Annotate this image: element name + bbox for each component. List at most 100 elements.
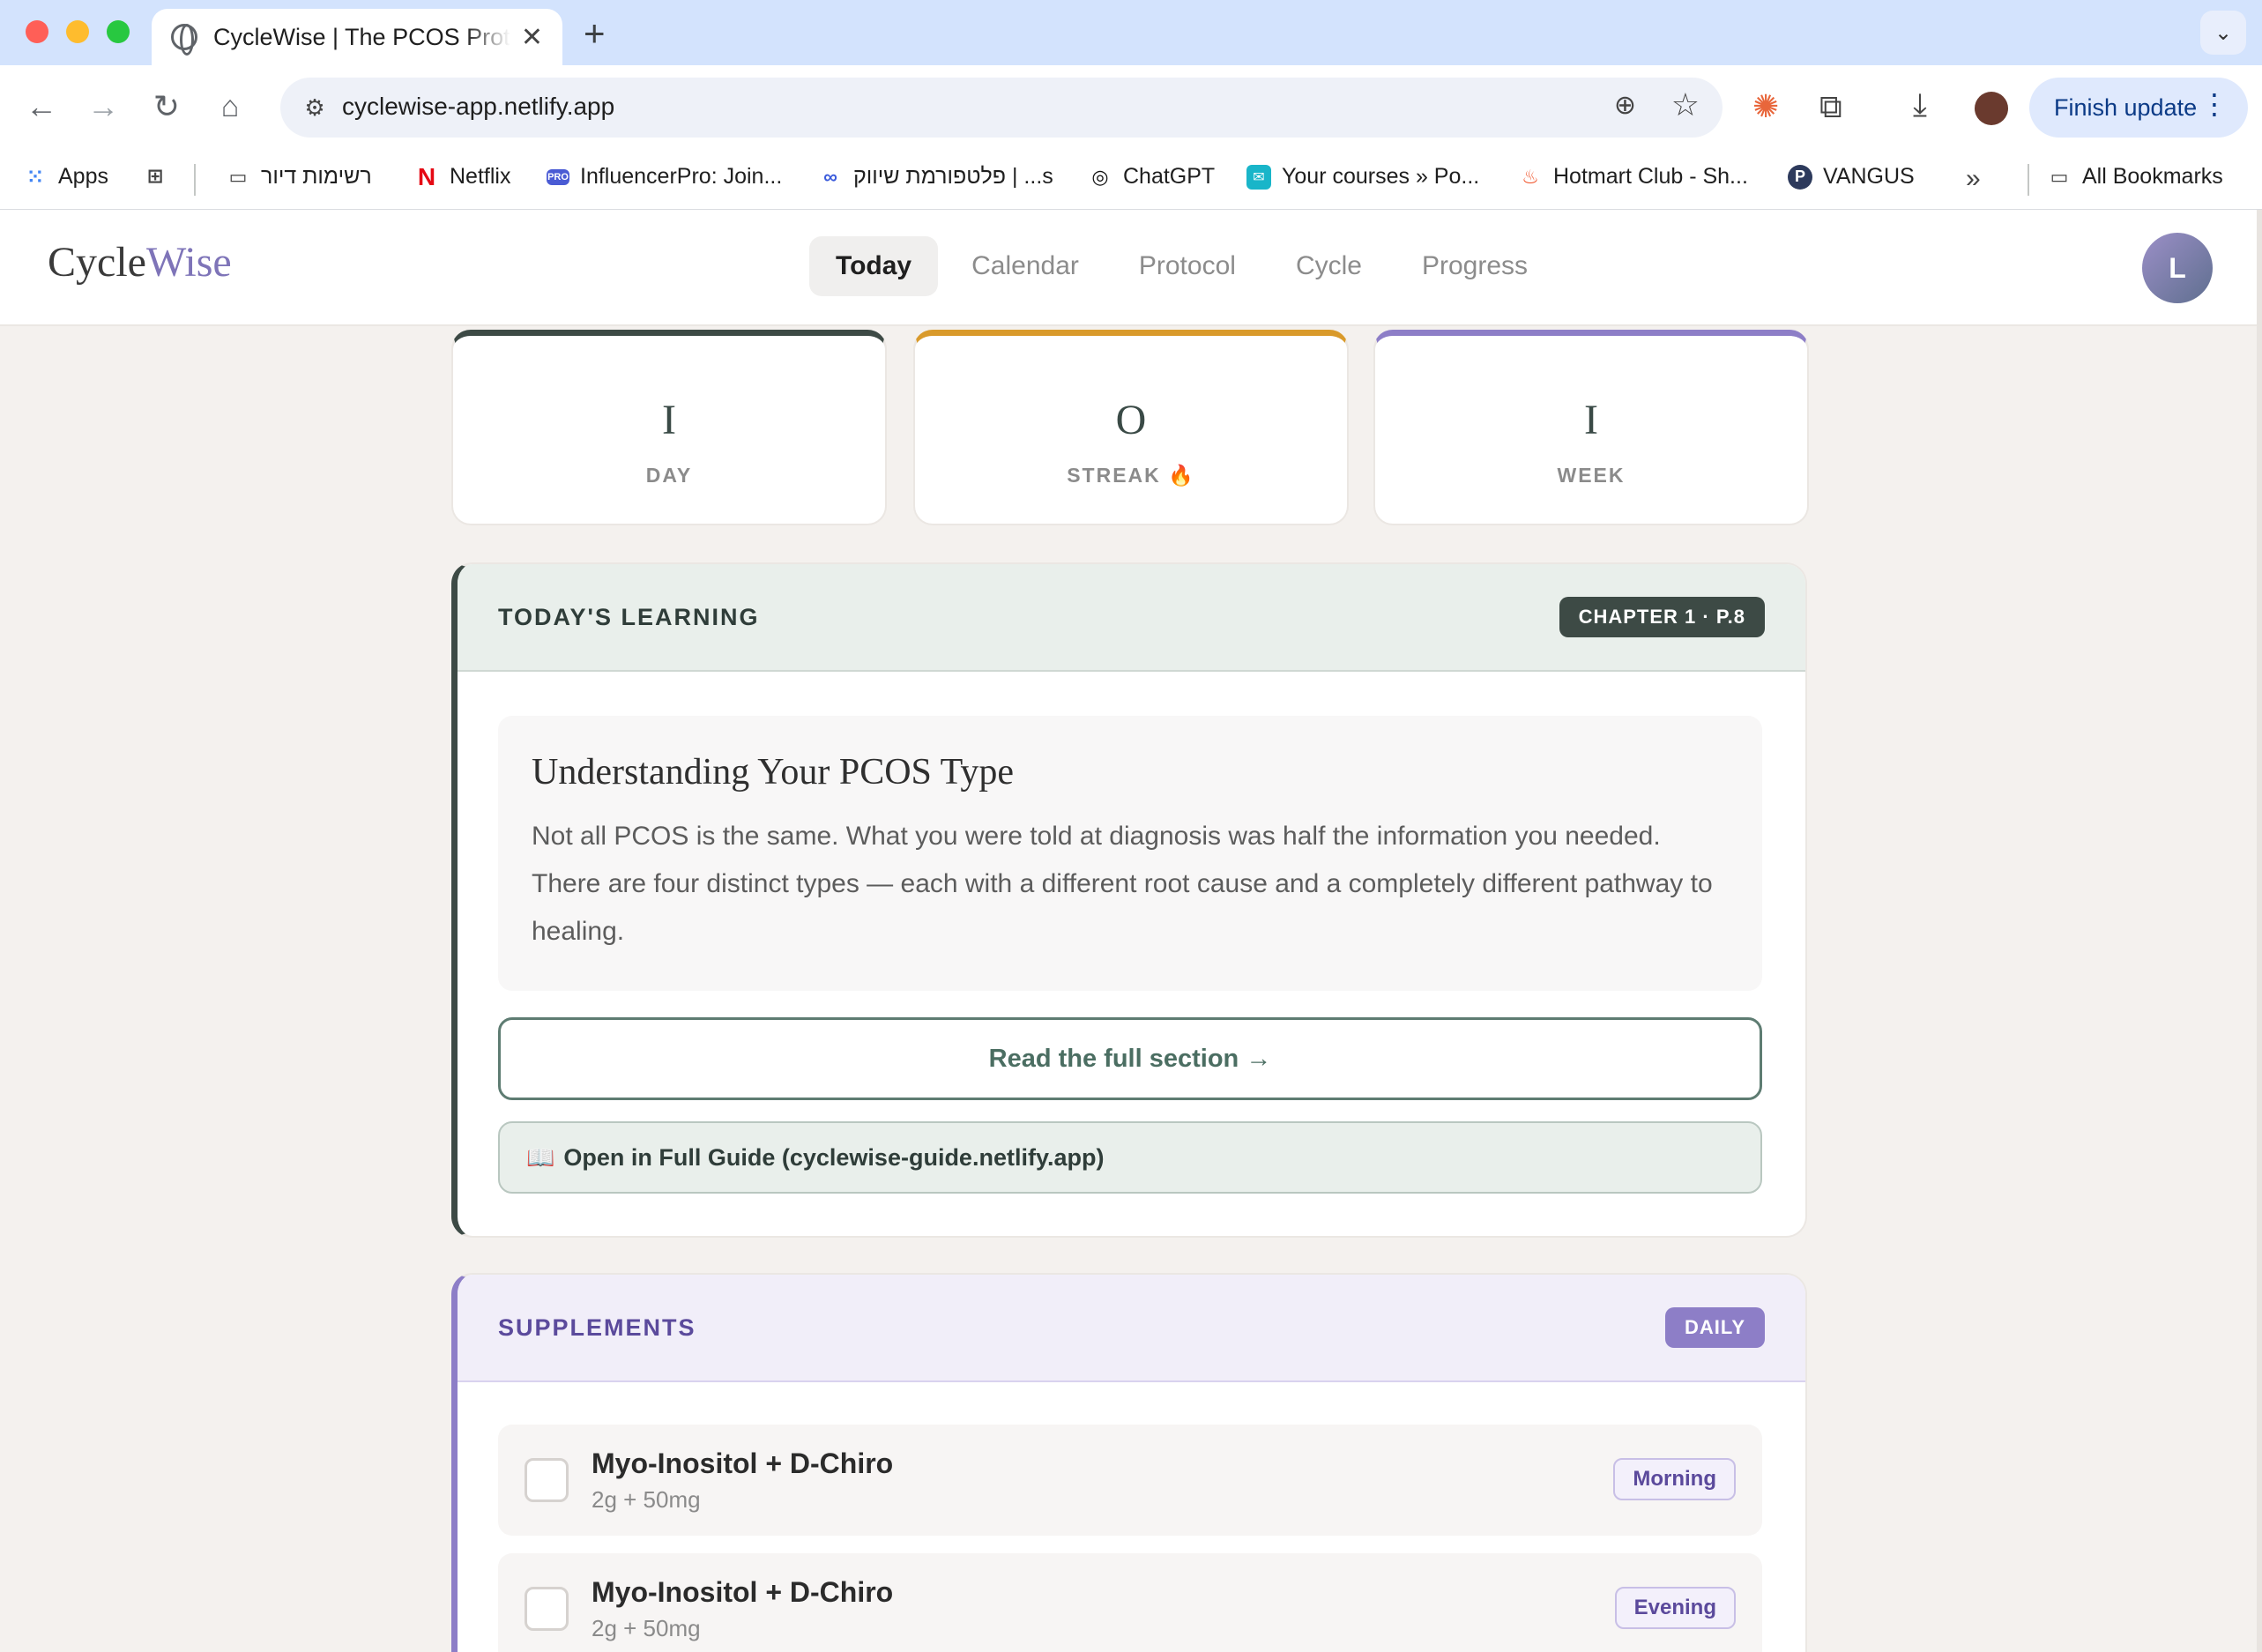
bookmark-label: Hotmart Club - Sh...: [1553, 164, 1748, 189]
apps-grid-icon: ⁙: [26, 165, 44, 188]
bookmark-apps[interactable]: ⁙ Apps: [23, 164, 108, 190]
logo-text-cycle: Cycle: [48, 239, 146, 286]
read-full-section-button[interactable]: Read the full section →: [498, 1017, 1762, 1100]
back-arrow-icon[interactable]: ←: [19, 85, 63, 129]
zoom-icon[interactable]: ⊕: [1614, 90, 1636, 121]
bookmarks-bar: ⁙ Apps ⊞ ▭ רשימות דיור N Netflix PRO Inf…: [0, 150, 2262, 210]
nav-tab-progress[interactable]: Progress: [1395, 236, 1554, 296]
app-header: CycleWise Today Calendar Protocol Cycle …: [0, 210, 2262, 326]
supplements-card-header: SUPPLEMENTS DAILY: [458, 1275, 1805, 1382]
extensions-puzzle-icon[interactable]: ⧉: [1819, 88, 1842, 126]
bookmark-label: VANGUS: [1823, 164, 1915, 189]
influencerpro-icon: PRO: [547, 168, 569, 185]
supplements-card-title: SUPPLEMENTS: [498, 1313, 696, 1341]
bookmark-netflix[interactable]: N Netflix: [414, 162, 511, 190]
claude-extension-icon[interactable]: ✺: [1752, 88, 1779, 125]
bookmark-label: Your courses » Po...: [1282, 164, 1480, 189]
bookmark-chatgpt[interactable]: ◎ ChatGPT: [1088, 164, 1215, 190]
main-nav: Today Calendar Protocol Cycle Progress: [809, 236, 1554, 296]
supplement-name: Myo-Inositol + D-Chiro: [592, 1576, 894, 1608]
close-tab-icon[interactable]: ✕: [521, 22, 543, 53]
supplements-card: SUPPLEMENTS DAILY Myo-Inositol + D-Chiro…: [451, 1273, 1807, 1652]
supplement-dose: 2g + 50mg: [592, 1615, 701, 1641]
nav-tab-protocol[interactable]: Protocol: [1112, 236, 1262, 296]
tab-search-chevron-icon[interactable]: ⌄: [2200, 11, 2246, 55]
bookmark-label: All Bookmarks: [2082, 164, 2223, 189]
open-full-guide-button[interactable]: 📖 Open in Full Guide (cyclewise-guide.ne…: [498, 1121, 1762, 1194]
supplement-dose: 2g + 50mg: [592, 1486, 701, 1513]
finish-update-label: Finish update: [2054, 93, 2198, 121]
bookmark-label: פלטפורמת שיווק | ...s: [853, 164, 1053, 189]
vangus-icon: P: [1788, 164, 1812, 190]
nav-tab-calendar[interactable]: Calendar: [945, 236, 1105, 296]
profile-avatar-icon[interactable]: [1975, 92, 2008, 125]
folder-icon: ▭: [228, 165, 248, 188]
folder-icon: ▭: [2050, 165, 2069, 188]
bookmark-all-bookmarks[interactable]: ▭ All Bookmarks: [2047, 164, 2223, 190]
url-text[interactable]: cyclewise-app.netlify.app: [342, 93, 614, 121]
nav-tab-cycle[interactable]: Cycle: [1269, 236, 1388, 296]
site-settings-icon[interactable]: ⚙: [300, 93, 330, 123]
home-icon[interactable]: ⌂: [208, 85, 252, 129]
stat-value: I: [1584, 397, 1598, 443]
bookmark-marketing-platform[interactable]: ∞ פלטפורמת שיווק | ...s: [818, 164, 1053, 190]
page-scrollbar-edge[interactable]: [2257, 210, 2262, 1652]
bookmark-tab-groups[interactable]: ⊞: [143, 164, 178, 189]
minimize-window-button[interactable]: [66, 20, 89, 43]
stat-label: STREAK 🔥: [1067, 464, 1195, 487]
supplement-time-tag: Evening: [1614, 1587, 1736, 1629]
book-icon: 📖: [526, 1143, 555, 1171]
stat-label: WEEK: [1557, 464, 1626, 487]
courses-icon: ✉: [1246, 164, 1271, 190]
bookmark-hotmart[interactable]: ♨ Hotmart Club - Sh...: [1518, 164, 1748, 190]
bookmark-your-courses[interactable]: ✉ Your courses » Po...: [1246, 164, 1479, 190]
bookmark-influencerpro[interactable]: PRO InfluencerPro: Join...: [547, 164, 782, 190]
forward-arrow-icon[interactable]: →: [81, 85, 125, 129]
address-bar[interactable]: ⚙ cyclewise-app.netlify.app ⊕ ☆: [280, 78, 1723, 138]
lesson-body: Not all PCOS is the same. What you were …: [532, 822, 1713, 946]
maximize-window-button[interactable]: [107, 20, 130, 43]
bookmark-vangus[interactable]: P VANGUS: [1788, 164, 1915, 190]
daily-badge: DAILY: [1665, 1307, 1765, 1348]
supplement-item[interactable]: Myo-Inositol + D-Chiro 2g + 50mg Morning: [498, 1425, 1762, 1536]
hotmart-icon: ♨: [1522, 165, 1539, 188]
more-bookmarks-chevron-icon[interactable]: »: [1966, 164, 1981, 194]
finish-update-button[interactable]: Finish update ⋮: [2029, 78, 2248, 138]
chapter-badge: CHAPTER 1 · P.8: [1559, 597, 1765, 637]
todays-learning-card: TODAY'S LEARNING CHAPTER 1 · P.8 Underst…: [451, 562, 1807, 1238]
nav-tab-today[interactable]: Today: [809, 236, 939, 296]
chatgpt-icon: ◎: [1091, 165, 1109, 188]
stat-card-week: I WEEK: [1373, 330, 1809, 525]
netflix-icon: N: [417, 162, 436, 190]
bookmark-label: Netflix: [450, 164, 511, 189]
close-window-button[interactable]: [26, 20, 48, 43]
cyclewise-logo[interactable]: CycleWise: [48, 238, 232, 286]
lesson-title: Understanding Your PCOS Type: [532, 752, 1015, 793]
stat-card-streak: O STREAK 🔥: [913, 330, 1349, 525]
stat-card-day: I DAY: [451, 330, 887, 525]
bookmark-label: ChatGPT: [1123, 164, 1216, 189]
supplement-checkbox[interactable]: [525, 1587, 569, 1631]
learning-card-title: TODAY'S LEARNING: [498, 603, 760, 630]
stat-value: O: [1115, 397, 1147, 443]
bookmark-label: InfluencerPro: Join...: [580, 164, 783, 189]
lesson-summary: Understanding Your PCOS Type Not all PCO…: [498, 716, 1762, 991]
download-icon[interactable]: ⤓: [1913, 86, 1927, 124]
new-tab-button[interactable]: +: [584, 12, 606, 55]
tab-title: CycleWise | The PCOS Protocol: [213, 23, 510, 50]
browser-tab-active[interactable]: CycleWise | The PCOS Protocol ✕: [152, 9, 562, 65]
bookmark-folder-housing[interactable]: ▭ רשימות דיור: [226, 164, 372, 190]
supplement-item[interactable]: Myo-Inositol + D-Chiro 2g + 50mg Evening: [498, 1553, 1762, 1652]
logo-text-wise: Wise: [145, 239, 232, 286]
link-icon: ∞: [823, 165, 837, 188]
bookmark-star-icon[interactable]: ☆: [1671, 86, 1700, 123]
more-menu-icon[interactable]: ⋮: [2200, 90, 2229, 118]
bookmark-separator: [194, 164, 196, 196]
bookmark-label: רשימות דיור: [261, 164, 372, 189]
open-full-guide-label: Open in Full Guide (cyclewise-guide.netl…: [563, 1143, 1105, 1171]
supplement-checkbox[interactable]: [525, 1458, 569, 1502]
user-avatar[interactable]: L: [2142, 233, 2213, 303]
bookmark-label: Apps: [58, 164, 108, 189]
reload-icon[interactable]: ↻: [145, 85, 189, 129]
browser-tab-bar: CycleWise | The PCOS Protocol ✕ + ⌄: [0, 0, 2262, 65]
